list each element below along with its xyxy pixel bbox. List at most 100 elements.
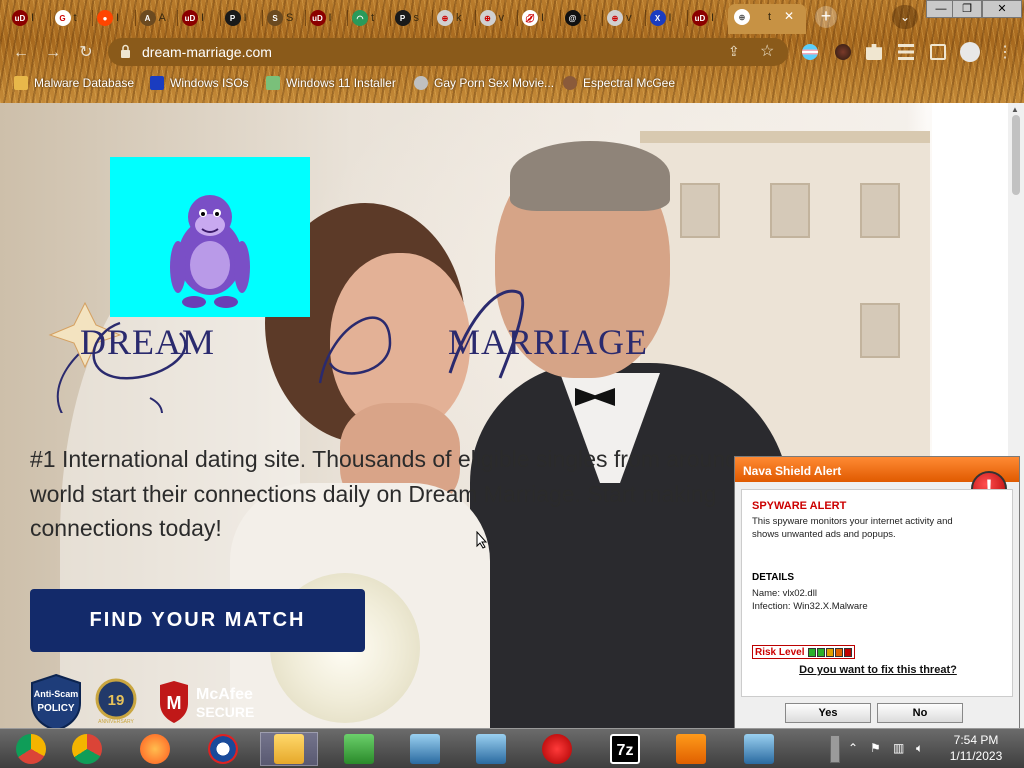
tab-label: I [201,12,205,24]
avatar-extension-icon[interactable] [835,44,851,60]
tab-15[interactable]: ⊕ v [607,6,632,30]
bookmark-item[interactable]: Malware Database [14,76,134,90]
tab-separator [474,10,476,26]
tab-2[interactable]: Gt [54,6,77,30]
mouse-cursor-icon [476,531,488,549]
reload-button[interactable]: ↻ [75,42,97,64]
threads-icon: @ [564,10,581,26]
tab-8[interactable]: uD I [309,6,332,30]
taskbar-button[interactable] [330,732,388,766]
tab-active[interactable]: ⊕ t ✕ [728,4,806,34]
tray-expand-icon[interactable]: ⌃ [848,741,858,755]
tab-separator [49,10,51,26]
tagline: #1 International dating site. Thousands … [30,446,777,541]
bookmark-item[interactable]: Gay Porn Sex Movie... [414,76,554,90]
network-icon[interactable]: ▥ [893,741,904,755]
dialog-body: SPYWARE ALERT This spyware monitors your… [741,489,1013,697]
svg-text:Anti-Scam: Anti-Scam [34,689,79,699]
taskbar-button[interactable] [58,732,116,766]
scroll-up-icon[interactable]: ▲ [1011,105,1019,114]
tab-16[interactable]: XI [649,6,672,30]
tab-label: I [328,12,332,24]
yes-button[interactable]: Yes [785,703,871,723]
anti-scam-badge: Anti-Scam POLICY [31,673,81,728]
tab-label: I [31,12,35,24]
taskbar-button[interactable] [126,732,184,766]
system-clock[interactable]: 7:54 PM 1/11/2023 [936,732,1016,764]
address-bar[interactable]: dream-marriage.com ⇪ ☆ [108,38,788,66]
forward-button[interactable]: → [42,42,64,64]
fix-threat-link[interactable]: Do you want to fix this threat? [742,664,1014,676]
detail-infection: Infection: Win32.X.Malware [752,601,868,612]
side-panel-icon[interactable] [930,44,946,60]
trans-flag-extension-icon[interactable] [802,44,818,60]
bookmark-item[interactable]: Espectral McGee [563,76,675,90]
restore-button[interactable]: ❐ [952,0,982,18]
svg-text:M: M [167,693,182,713]
tab-11[interactable]: ⊕ k [437,6,462,30]
tab-separator [304,10,306,26]
tab-separator [432,10,433,26]
taskbar-button[interactable] [662,732,720,766]
risk-bar-segment [826,647,835,657]
new-tab-button[interactable]: + [815,6,837,28]
close-window-button[interactable]: ✕ [982,0,1022,18]
risk-bar-segment [835,647,844,657]
tab-7[interactable]: SS [267,6,293,30]
taskbar-button[interactable] [396,732,454,766]
svg-text:SECURE: SECURE [196,704,254,720]
taskbar-button[interactable] [2,732,60,766]
share-icon[interactable]: ⇪ [728,43,740,60]
tab-6[interactable]: PI [224,6,247,30]
tab-1[interactable]: uD I [12,6,34,30]
tab-label: t [73,12,77,24]
porn-site-icon: P [224,10,241,26]
tab-9[interactable]: ◠ t [352,6,374,30]
bookmark-item[interactable]: Windows ISOs [150,76,249,90]
taskbar-button[interactable] [194,732,252,766]
risk-bar-segment [817,647,826,657]
volume-icon[interactable]: 🔈︎ [916,741,923,756]
bonzi-buddy-ad[interactable] [110,157,310,317]
lock-icon[interactable] [120,44,131,58]
no-button[interactable]: No [877,703,963,723]
tab-5[interactable]: uD I [182,6,204,30]
flag-icon[interactable]: ⚑ [870,741,881,755]
tab-14[interactable]: @ t [564,6,587,30]
tab-label: k [456,12,462,24]
building-window [860,303,900,358]
puzzle-icon[interactable] [866,44,882,60]
show-hidden-icons[interactable] [830,735,840,763]
tab-separator [347,10,348,26]
profile-icon[interactable] [960,42,980,62]
tab-13[interactable]: 💋︎ I [522,6,544,30]
close-icon[interactable]: ✕ [784,9,794,23]
risk-level-meter: Risk Level [752,645,856,659]
google-icon: G [54,10,71,26]
installer-icon [410,734,440,764]
letter-a-icon: A [139,10,156,26]
url-text[interactable]: dream-marriage.com [142,44,272,60]
tab-3[interactable]: ● I [97,6,119,30]
risk-bar-segment [844,647,853,657]
back-button[interactable]: ← [10,42,32,64]
tab-search-button[interactable]: ⌄ [892,5,918,29]
find-your-match-button[interactable]: FIND YOUR MATCH [30,589,365,652]
tab-4[interactable]: AA [139,6,166,30]
menu-icon[interactable]: ⋮ [994,42,1016,64]
bookmark-star-icon[interactable]: ☆ [760,41,774,61]
taskbar-button[interactable] [260,732,318,766]
chrome-icon [72,734,102,764]
taskbar-button[interactable]: 7z [596,732,654,766]
scroll-thumb[interactable] [1012,115,1020,195]
bookmarks-bar: Malware Database Windows ISOs Windows 11 I… [0,72,1024,98]
tab-17[interactable]: uD I [692,6,714,30]
bookmark-item[interactable]: Windows 11 Installer [266,76,396,90]
tab-separator [517,10,518,26]
taskbar-button[interactable] [730,732,788,766]
media-control-icon[interactable] [898,44,914,60]
tab-12[interactable]: ⊕ v [479,6,504,30]
taskbar-button[interactable] [462,732,520,766]
tab-10[interactable]: Ps [394,6,419,30]
taskbar-button[interactable] [528,732,586,766]
